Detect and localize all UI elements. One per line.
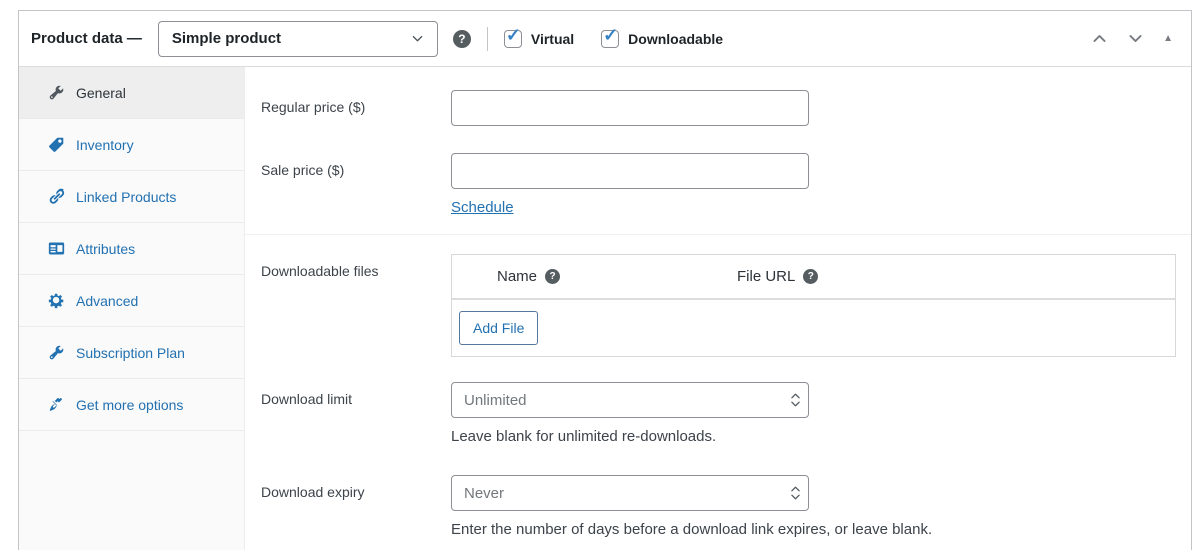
downloadable-files-row: Downloadable files Name ? File URL ? Add… xyxy=(261,254,1179,357)
metabox-body: General Inventory Linked Products Attrib… xyxy=(19,67,1191,550)
downloadable-checkbox[interactable]: ✓ xyxy=(601,26,620,48)
help-icon[interactable]: ? xyxy=(545,269,561,284)
column-header-file-url: File URL xyxy=(737,268,796,285)
download-limit-row: Download limit Leave blank for unlimited… xyxy=(261,382,1179,445)
tag-icon xyxy=(48,136,65,153)
download-limit-input[interactable] xyxy=(451,382,809,418)
move-down-button[interactable] xyxy=(1127,30,1144,47)
tab-label: Get more options xyxy=(76,396,184,413)
number-stepper-icon[interactable] xyxy=(791,486,800,500)
gear-icon xyxy=(48,292,65,309)
download-expiry-input[interactable] xyxy=(451,475,809,511)
virtual-checkbox-group[interactable]: ✓ Virtual xyxy=(503,26,575,48)
download-limit-help: Leave blank for unlimited re-downloads. xyxy=(451,428,717,445)
number-stepper-icon[interactable] xyxy=(791,393,800,407)
sale-price-label: Sale price ($) xyxy=(261,162,345,178)
tab-general[interactable]: General xyxy=(19,67,244,119)
download-expiry-label: Download expiry xyxy=(261,484,365,500)
product-data-metabox: Product data — Simple product ? ✓ Virtua… xyxy=(18,10,1192,550)
schedule-link[interactable]: Schedule xyxy=(451,199,514,216)
page-title: Product data — xyxy=(31,30,142,47)
move-up-button[interactable] xyxy=(1091,30,1108,47)
sale-price-input[interactable] xyxy=(451,153,809,189)
regular-price-row: Regular price ($) xyxy=(261,90,1179,126)
virtual-checkbox-label: Virtual xyxy=(530,30,575,47)
tab-label: Attributes xyxy=(76,240,136,257)
sale-price-row: Sale price ($) Schedule xyxy=(261,153,1179,217)
header-divider xyxy=(486,26,488,51)
regular-price-label: Regular price ($) xyxy=(261,99,366,115)
toggle-panel-button[interactable]: ▲ xyxy=(1163,33,1173,44)
index-card-icon xyxy=(48,240,65,257)
wrench-icon xyxy=(48,84,65,101)
tab-label: Advanced xyxy=(76,292,139,309)
downloadable-files-table: Name ? File URL ? Add File xyxy=(451,254,1176,357)
download-expiry-row: Download expiry Enter the number of days… xyxy=(261,475,1179,538)
tab-linked-products[interactable]: Linked Products xyxy=(19,171,244,223)
check-icon: ✓ xyxy=(603,24,619,45)
plug-icon xyxy=(48,396,65,413)
tab-label: Subscription Plan xyxy=(76,344,185,361)
files-table-header: Name ? File URL ? xyxy=(452,255,1175,300)
metabox-controls: ▲ xyxy=(1091,30,1177,47)
downloadable-checkbox-label: Downloadable xyxy=(628,30,724,47)
tab-attributes[interactable]: Attributes xyxy=(19,223,244,275)
metabox-header: Product data — Simple product ? ✓ Virtua… xyxy=(19,11,1191,67)
downloadable-checkbox-group[interactable]: ✓ Downloadable xyxy=(601,26,724,48)
tab-advanced[interactable]: Advanced xyxy=(19,275,244,327)
tab-subscription-plan[interactable]: Subscription Plan xyxy=(19,327,244,379)
files-table-footer: Add File xyxy=(452,300,1175,356)
wrench-icon xyxy=(48,344,65,361)
column-header-name: Name xyxy=(497,268,538,285)
add-file-button[interactable]: Add File xyxy=(459,311,539,345)
product-data-tabs: General Inventory Linked Products Attrib… xyxy=(19,67,245,550)
regular-price-input[interactable] xyxy=(451,90,809,126)
check-icon: ✓ xyxy=(505,24,521,45)
help-icon[interactable]: ? xyxy=(803,269,819,284)
link-icon xyxy=(48,188,65,205)
general-tab-panel: Regular price ($) Sale price ($) Schedul… xyxy=(245,67,1191,550)
downloadable-files-label: Downloadable files xyxy=(261,263,379,279)
tab-get-more-options[interactable]: Get more options xyxy=(19,379,244,431)
download-limit-label: Download limit xyxy=(261,391,353,407)
tab-label: Linked Products xyxy=(76,188,177,205)
virtual-checkbox[interactable]: ✓ xyxy=(503,26,522,48)
download-expiry-help: Enter the number of days before a downlo… xyxy=(451,521,933,538)
product-type-value: Simple product xyxy=(171,30,282,47)
tab-label: Inventory xyxy=(76,136,134,153)
help-icon[interactable]: ? xyxy=(452,29,471,48)
tab-label: General xyxy=(76,84,126,101)
tab-inventory[interactable]: Inventory xyxy=(19,119,244,171)
chevron-down-icon xyxy=(410,31,425,46)
product-type-select[interactable]: Simple product xyxy=(157,20,438,57)
section-divider xyxy=(245,234,1191,235)
